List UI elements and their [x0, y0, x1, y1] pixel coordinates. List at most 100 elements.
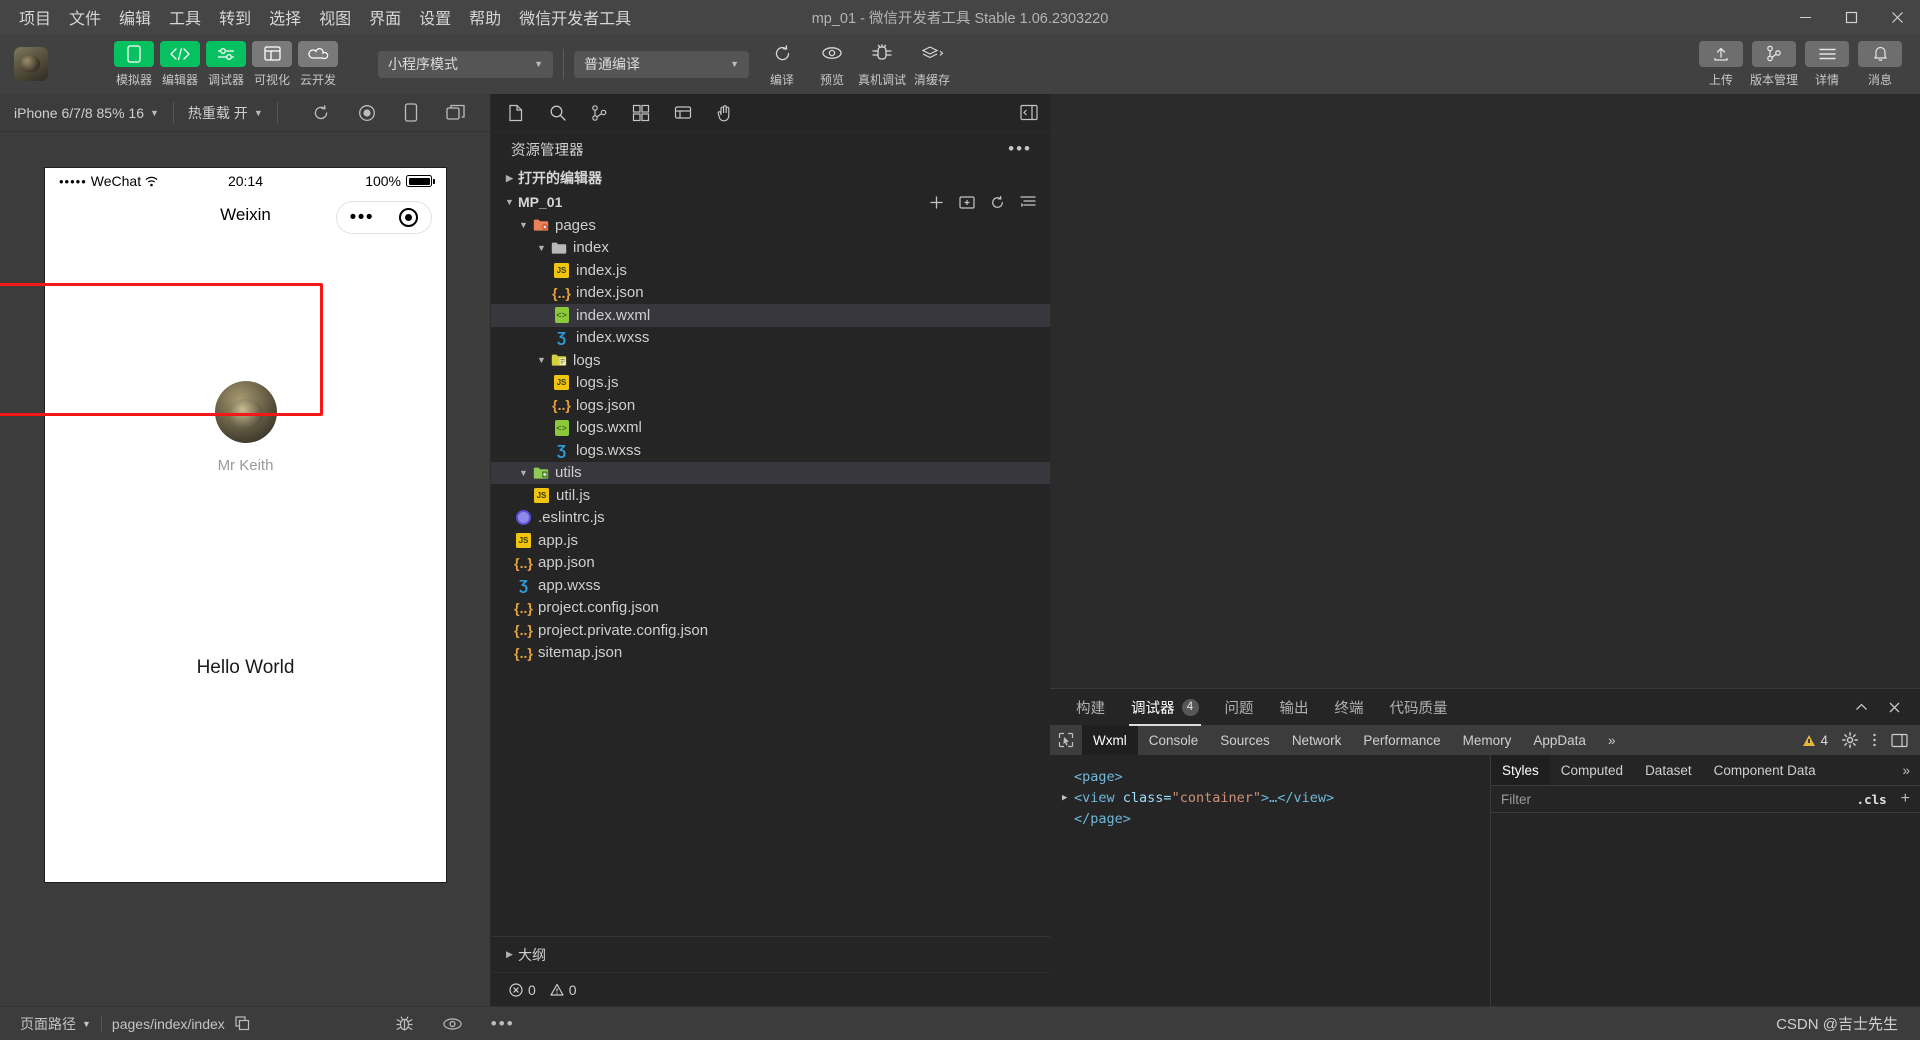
- styles-tab-component-data[interactable]: Component Data: [1703, 755, 1827, 785]
- warning-count[interactable]: 0: [550, 982, 577, 998]
- devtools-tab-network[interactable]: Network: [1281, 725, 1353, 755]
- chevron-right-icon[interactable]: ▶: [1062, 788, 1074, 809]
- toolbar-button-visualization[interactable]: 可视化: [252, 40, 292, 88]
- collapse-panel-icon[interactable]: [1020, 104, 1038, 121]
- files-icon[interactable]: [507, 104, 525, 122]
- action-clear-cache[interactable]: 清缓存: [907, 40, 957, 88]
- panel-tab-code-quality[interactable]: 代码质量: [1388, 689, 1450, 726]
- tree-file-sitemap[interactable]: {..} sitemap.json: [491, 642, 1050, 665]
- panel-tab-output[interactable]: 输出: [1278, 689, 1311, 726]
- explorer-open-editors-section[interactable]: ▶ 打开的编辑器: [491, 166, 1050, 190]
- panel-tab-build[interactable]: 构建: [1074, 689, 1107, 726]
- extensions-icon[interactable]: [632, 104, 650, 122]
- refresh-icon[interactable]: [990, 195, 1005, 210]
- inspect-element-icon[interactable]: [1050, 732, 1082, 748]
- page-path-select[interactable]: 页面路径 ▼: [10, 1014, 101, 1034]
- close-icon[interactable]: [1874, 0, 1920, 34]
- search-icon[interactable]: [549, 104, 567, 122]
- devtools-tab-performance[interactable]: Performance: [1352, 725, 1451, 755]
- menu-item-view[interactable]: 视图: [310, 1, 360, 33]
- toolbar-button-cloud[interactable]: 云开发: [298, 40, 338, 88]
- hot-reload-select[interactable]: 热重载 开 ▼: [174, 103, 277, 123]
- styles-tab-dataset[interactable]: Dataset: [1634, 755, 1703, 785]
- tree-file-logs-json[interactable]: {..} logs.json: [491, 394, 1050, 417]
- devtools-tabs-overflow-icon[interactable]: »: [1597, 725, 1627, 755]
- tree-file-index-json[interactable]: {..} index.json: [491, 282, 1050, 305]
- devtools-tab-appdata[interactable]: AppData: [1522, 725, 1597, 755]
- tree-file-logs-wxss[interactable]: Ƹ logs.wxss: [491, 439, 1050, 462]
- toolbar-button-upload[interactable]: 上传: [1699, 40, 1743, 88]
- tree-file-app-js[interactable]: JS app.js: [491, 529, 1050, 552]
- editor-area[interactable]: [1050, 94, 1920, 688]
- tree-file-index-wxss[interactable]: Ƹ index.wxss: [491, 327, 1050, 350]
- devtools-tab-sources[interactable]: Sources: [1209, 725, 1281, 755]
- menu-item-devtools[interactable]: 微信开发者工具: [510, 1, 640, 33]
- explorer-project-section[interactable]: ▼ MP_01: [491, 190, 1050, 214]
- kebab-menu-icon[interactable]: [1872, 732, 1877, 748]
- styles-filter-input[interactable]: Filter: [1501, 792, 1531, 807]
- record-icon[interactable]: [358, 104, 376, 122]
- hand-icon[interactable]: [716, 104, 733, 122]
- menu-item-select[interactable]: 选择: [260, 1, 310, 33]
- device-select[interactable]: iPhone 6/7/8 85% 16 ▼: [0, 105, 173, 121]
- tree-file-project-private-config[interactable]: {..} project.private.config.json: [491, 619, 1050, 642]
- wxml-tree-pane[interactable]: <page> ▶ <view class= "container" >…</view…: [1050, 755, 1490, 1006]
- collapse-all-icon[interactable]: [1020, 195, 1036, 210]
- styles-add-rule-button[interactable]: +: [1901, 790, 1910, 808]
- tree-folder-utils[interactable]: ▼ utils: [491, 461, 1050, 484]
- source-control-icon[interactable]: [591, 104, 608, 122]
- tree-folder-logs[interactable]: ▼ logs: [491, 349, 1050, 372]
- debug-icon[interactable]: [674, 104, 692, 122]
- new-file-icon[interactable]: [929, 195, 944, 210]
- warning-indicator[interactable]: 4: [1803, 733, 1828, 748]
- panel-tab-problems[interactable]: 问题: [1223, 689, 1256, 726]
- tree-folder-index[interactable]: ▼ index: [491, 237, 1050, 260]
- menu-item-file[interactable]: 文件: [60, 1, 110, 33]
- devtools-tab-wxml[interactable]: Wxml: [1082, 725, 1138, 755]
- menu-item-edit[interactable]: 编辑: [110, 1, 160, 33]
- tree-file-index-js[interactable]: JS index.js: [491, 259, 1050, 282]
- copy-icon[interactable]: [235, 1016, 250, 1031]
- wxml-line-2[interactable]: ▶ <view class= "container" >…</view>: [1062, 788, 1490, 809]
- tree-file-util-js[interactable]: JS util.js: [491, 484, 1050, 507]
- menu-item-settings[interactable]: 设置: [410, 1, 460, 33]
- action-compile[interactable]: 编译: [757, 40, 807, 88]
- tree-file-index-wxml[interactable]: <> index.wxml: [491, 304, 1050, 327]
- devtools-tab-memory[interactable]: Memory: [1452, 725, 1523, 755]
- dock-panel-icon[interactable]: [1891, 733, 1908, 748]
- tree-file-app-json[interactable]: {..} app.json: [491, 552, 1050, 575]
- menu-item-tools[interactable]: 工具: [160, 1, 210, 33]
- more-icon[interactable]: •••: [350, 208, 374, 227]
- styles-cls-button[interactable]: .cls: [1857, 792, 1887, 807]
- mode-select[interactable]: 小程序模式 ▼: [378, 50, 553, 78]
- action-real-device-debug[interactable]: 真机调试: [857, 40, 907, 88]
- tree-folder-pages[interactable]: ▼ pages: [491, 214, 1050, 237]
- tree-file-logs-js[interactable]: JS logs.js: [491, 372, 1050, 395]
- menu-item-ui[interactable]: 界面: [360, 1, 410, 33]
- tree-file-app-wxss[interactable]: Ƹ app.wxss: [491, 574, 1050, 597]
- more-icon[interactable]: •••: [491, 1015, 515, 1032]
- toolbar-button-version-control[interactable]: 版本管理: [1750, 40, 1798, 88]
- close-circle-icon[interactable]: [399, 208, 419, 227]
- toolbar-button-simulator[interactable]: 模拟器: [114, 40, 154, 88]
- menu-item-help[interactable]: 帮助: [460, 1, 510, 33]
- gear-icon[interactable]: [1842, 732, 1858, 748]
- styles-rules-area[interactable]: [1491, 813, 1920, 1006]
- tree-file-eslintrc[interactable]: .eslintrc.js: [491, 507, 1050, 530]
- toolbar-button-messages[interactable]: 消息: [1858, 40, 1902, 88]
- more-icon[interactable]: •••: [1008, 140, 1032, 157]
- toolbar-button-debugger[interactable]: 调试器: [206, 40, 246, 88]
- styles-tab-styles[interactable]: Styles: [1491, 755, 1550, 785]
- action-preview[interactable]: 预览: [807, 40, 857, 88]
- styles-tabs-overflow-icon[interactable]: »: [1902, 763, 1920, 778]
- chevron-up-icon[interactable]: [1854, 700, 1869, 715]
- explorer-outline-section[interactable]: ▶ 大纲: [491, 936, 1050, 972]
- styles-tab-computed[interactable]: Computed: [1550, 755, 1634, 785]
- refresh-icon[interactable]: [312, 104, 330, 122]
- user-avatar[interactable]: [14, 47, 48, 81]
- toolbar-button-details[interactable]: 详情: [1805, 40, 1849, 88]
- multi-window-icon[interactable]: [446, 104, 465, 121]
- maximize-icon[interactable]: [1828, 0, 1874, 34]
- menu-item-goto[interactable]: 转到: [210, 1, 260, 33]
- minimize-icon[interactable]: [1782, 0, 1828, 34]
